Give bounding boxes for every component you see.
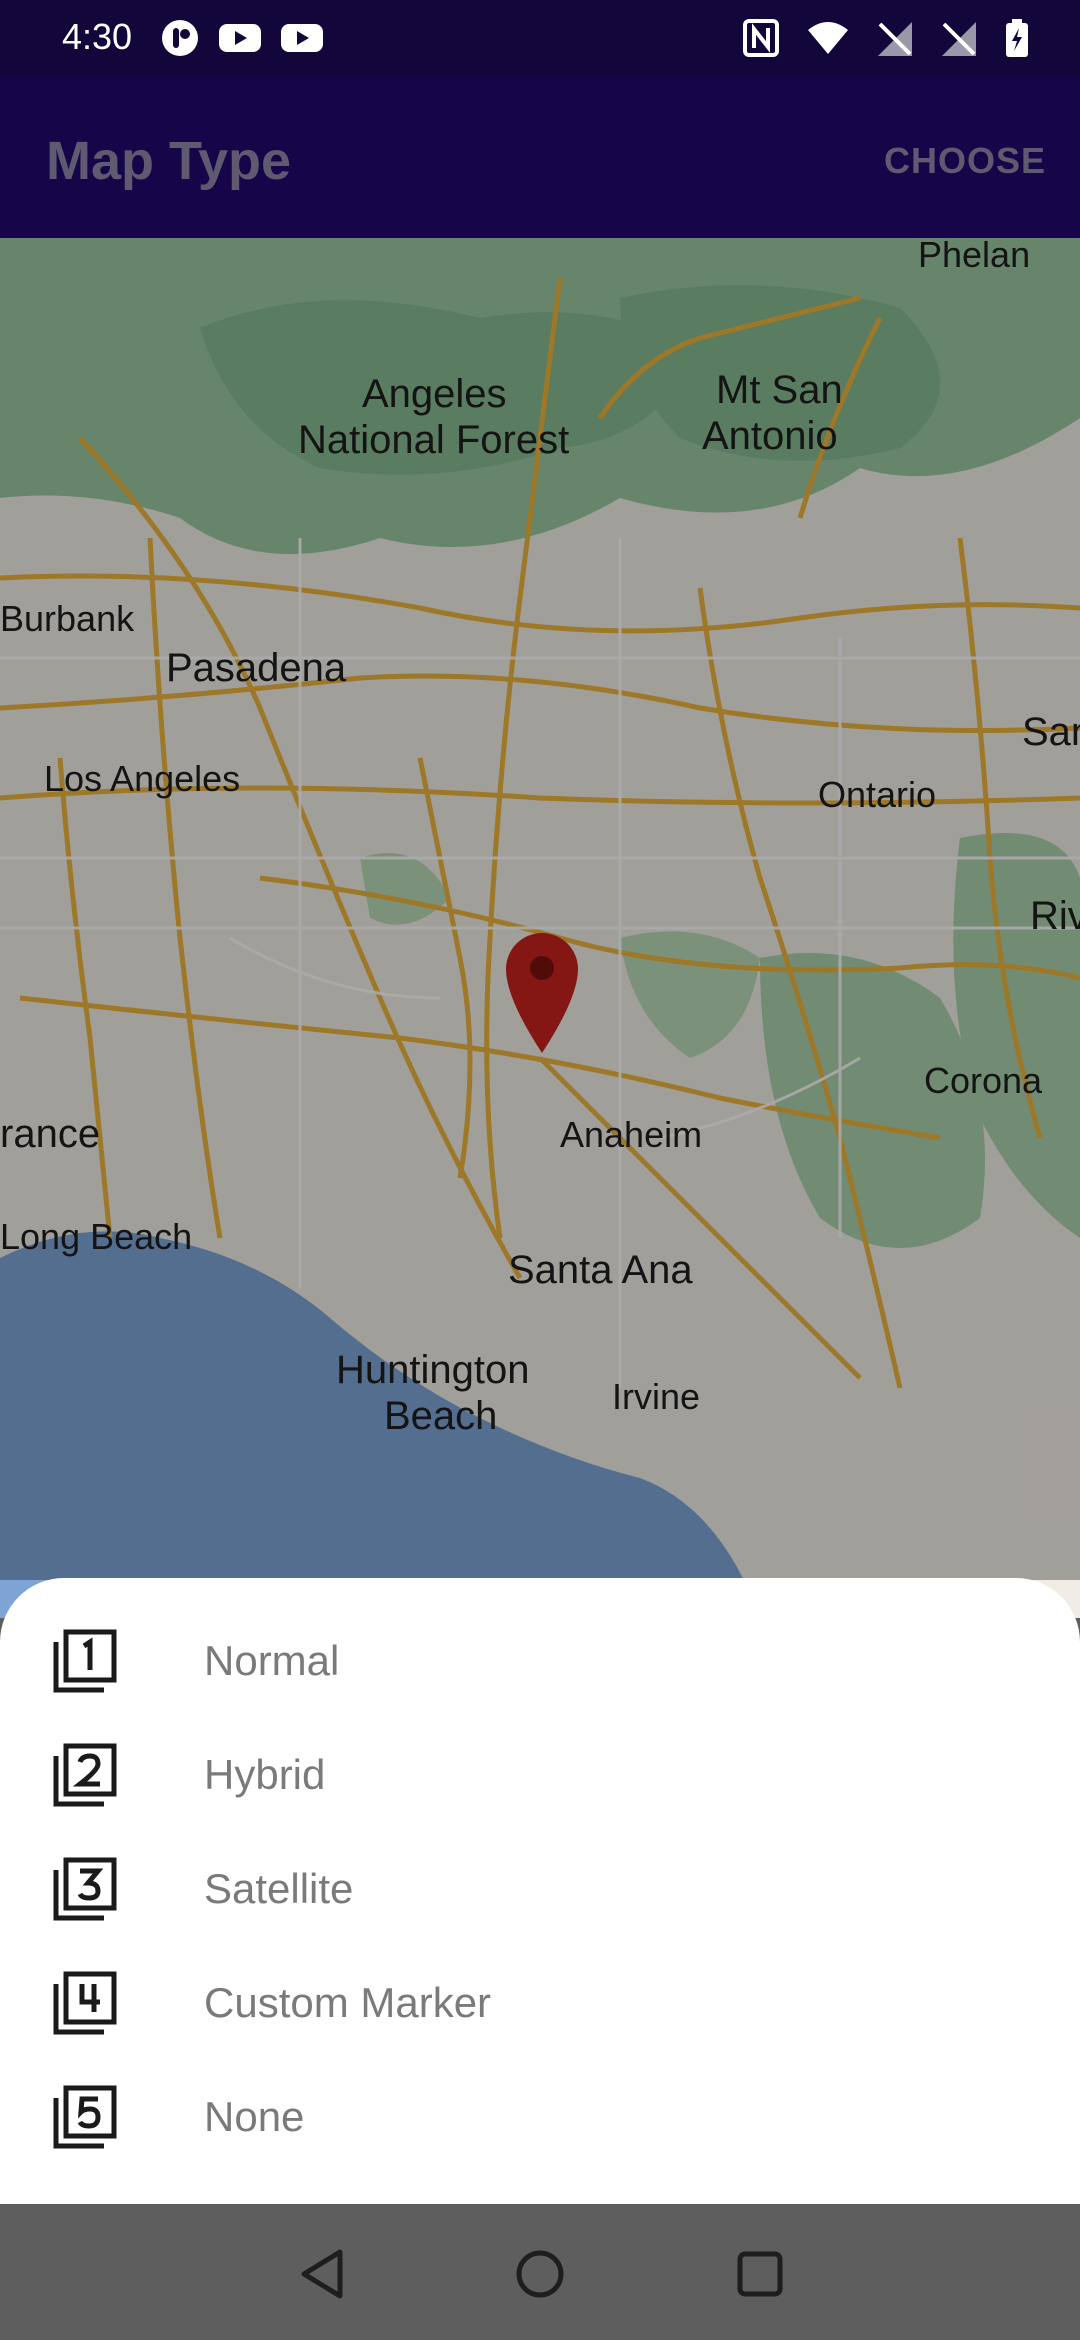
- map-label-los-angeles: Los Angeles: [44, 758, 241, 799]
- signal-off-icon-2: [940, 18, 978, 58]
- option-label: None: [204, 2093, 305, 2140]
- status-time: 4:30: [62, 16, 133, 57]
- map-label-angeles-2: National Forest: [298, 418, 570, 462]
- map-label-riv: Riv: [1030, 894, 1080, 938]
- status-left-icons: [160, 18, 324, 58]
- nfc-icon: [742, 18, 780, 58]
- map-label-phelan: Phelan: [918, 238, 1031, 275]
- option-none[interactable]: None: [0, 2060, 1080, 2174]
- option-custom-marker[interactable]: Custom Marker: [0, 1946, 1080, 2060]
- podcast-app-icon: [160, 18, 200, 58]
- page-title: Map Type: [46, 131, 292, 191]
- map-label-huntington-2: Beach: [384, 1394, 498, 1438]
- map-label-mt-san-1: Mt San: [716, 368, 843, 412]
- option-label: Satellite: [204, 1865, 354, 1912]
- recents-icon[interactable]: [730, 2244, 790, 2304]
- filter-4-icon: [53, 1971, 117, 2035]
- option-satellite[interactable]: Satellite: [0, 1832, 1080, 1946]
- filter-1-icon: [53, 1629, 117, 1693]
- option-hybrid[interactable]: Hybrid: [0, 1718, 1080, 1832]
- map-label-pasadena: Pasadena: [166, 646, 347, 690]
- option-normal[interactable]: Normal: [0, 1604, 1080, 1718]
- filter-3-icon: [53, 1857, 117, 1921]
- youtube-icon-2: [280, 18, 324, 58]
- status-bar: 4:30: [0, 0, 1080, 78]
- map-label-irvine: Irvine: [612, 1376, 701, 1417]
- filter-2-icon: [53, 1743, 117, 1807]
- map-label-corona: Corona: [924, 1060, 1043, 1101]
- map-label-anaheim: Anaheim: [560, 1114, 703, 1155]
- map-label-torrance: rance: [0, 1112, 101, 1156]
- option-label: Hybrid: [204, 1751, 326, 1798]
- youtube-icon: [218, 18, 262, 58]
- map-label-ontario: Ontario: [818, 774, 937, 815]
- choose-button[interactable]: CHOOSE: [884, 140, 1046, 182]
- option-label: Custom Marker: [204, 1979, 492, 2026]
- map-label-mt-san-2: Antonio: [702, 414, 838, 458]
- map-label-burbank: Burbank: [0, 598, 135, 639]
- battery-charging-icon: [1004, 18, 1030, 58]
- filter-5-icon: [53, 2085, 117, 2149]
- system-nav-bar: [0, 2204, 1080, 2340]
- map-label-san: San: [1022, 710, 1080, 754]
- status-right-icons: [742, 18, 1030, 58]
- map-label-long-beach: Long Beach: [0, 1216, 193, 1257]
- signal-off-icon: [876, 18, 914, 58]
- app-bar: Map Type CHOOSE: [0, 78, 1080, 238]
- option-label: Normal: [204, 1637, 340, 1684]
- map-label-santa-ana: Santa Ana: [508, 1248, 693, 1292]
- back-icon[interactable]: [294, 2244, 354, 2304]
- map-label-angeles-1: Angeles: [362, 372, 507, 416]
- wifi-icon: [806, 18, 850, 58]
- home-icon[interactable]: [510, 2244, 570, 2304]
- map-type-bottom-sheet: Normal Hybrid Satellite Custom Marker No…: [0, 1578, 1080, 2204]
- map-view[interactable]: Phelan Angeles National Forest Mt San An…: [0, 238, 1080, 1618]
- map-label-huntington-1: Huntington: [336, 1348, 530, 1392]
